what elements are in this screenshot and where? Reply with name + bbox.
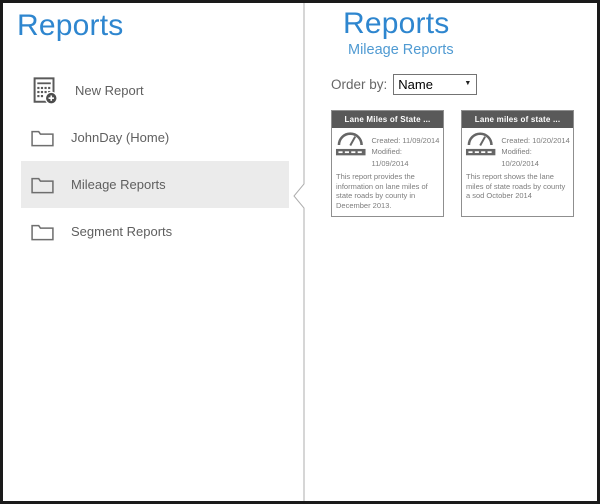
- modified-label: Modified:: [372, 147, 402, 156]
- sidebar-title: Reports: [17, 9, 303, 43]
- folder-icon: [31, 223, 54, 241]
- main-panel: Reports Mileage Reports Order by: Name ▼…: [305, 3, 597, 501]
- report-card-dates: Created: 10/20/2014 Modified: 10/20/2014: [501, 132, 570, 169]
- created-label: Created:: [501, 136, 530, 145]
- sidebar-item-label: Mileage Reports: [71, 177, 166, 192]
- order-by-label: Order by:: [331, 77, 387, 92]
- report-cards: Lane Miles of State ...: [331, 110, 597, 217]
- sidebar-item-segment-reports[interactable]: Segment Reports: [21, 208, 289, 255]
- created-value: 11/09/2014: [402, 136, 439, 145]
- report-card-description: This report shows the lane miles of stat…: [462, 170, 573, 206]
- sidebar-item-label: Segment Reports: [71, 224, 172, 239]
- created-value: 10/20/2014: [532, 136, 570, 145]
- breadcrumb-current-folder: Mileage Reports: [348, 42, 597, 58]
- report-card-info: Created: 11/09/2014 Modified: 11/09/2014: [332, 128, 443, 170]
- reports-window: Reports New Report: [0, 0, 600, 504]
- page-title: Reports: [343, 7, 597, 41]
- modified-value: 10/20/2014: [501, 159, 539, 168]
- report-card-info: Created: 10/20/2014 Modified: 10/20/2014: [462, 128, 573, 170]
- folder-icon: [31, 129, 54, 147]
- modified-label: Modified:: [501, 147, 531, 156]
- order-by-row: Order by: Name ▼: [331, 74, 597, 95]
- report-card[interactable]: Lane Miles of State ...: [331, 110, 444, 217]
- sidebar-item-johnday-home[interactable]: JohnDay (Home): [21, 114, 289, 161]
- order-by-select-wrap: Name ▼: [393, 74, 477, 95]
- folder-icon: [31, 176, 54, 194]
- report-card-title: Lane Miles of State ...: [332, 111, 443, 128]
- sidebar: Reports New Report: [3, 3, 303, 501]
- speedometer-icon: [335, 132, 367, 158]
- sidebar-menu: New Report JohnDay (Home) Mileage Report…: [3, 67, 303, 255]
- report-card-dates: Created: 11/09/2014 Modified: 11/09/2014: [372, 132, 440, 169]
- new-report-icon: [31, 76, 58, 105]
- panel-divider-chevron: [293, 3, 305, 501]
- sidebar-item-new-report[interactable]: New Report: [21, 67, 289, 114]
- report-card-description: This report provides the information on …: [332, 170, 443, 216]
- report-card-title: Lane miles of state ...: [462, 111, 573, 128]
- sidebar-item-mileage-reports[interactable]: Mileage Reports: [21, 161, 289, 208]
- report-card[interactable]: Lane miles of state ...: [461, 110, 574, 217]
- order-by-select[interactable]: Name: [393, 74, 477, 95]
- sidebar-item-label: JohnDay (Home): [71, 130, 169, 145]
- created-label: Created:: [372, 136, 401, 145]
- sidebar-item-label: New Report: [75, 83, 144, 98]
- speedometer-icon: [465, 132, 496, 158]
- modified-value: 11/09/2014: [372, 159, 409, 168]
